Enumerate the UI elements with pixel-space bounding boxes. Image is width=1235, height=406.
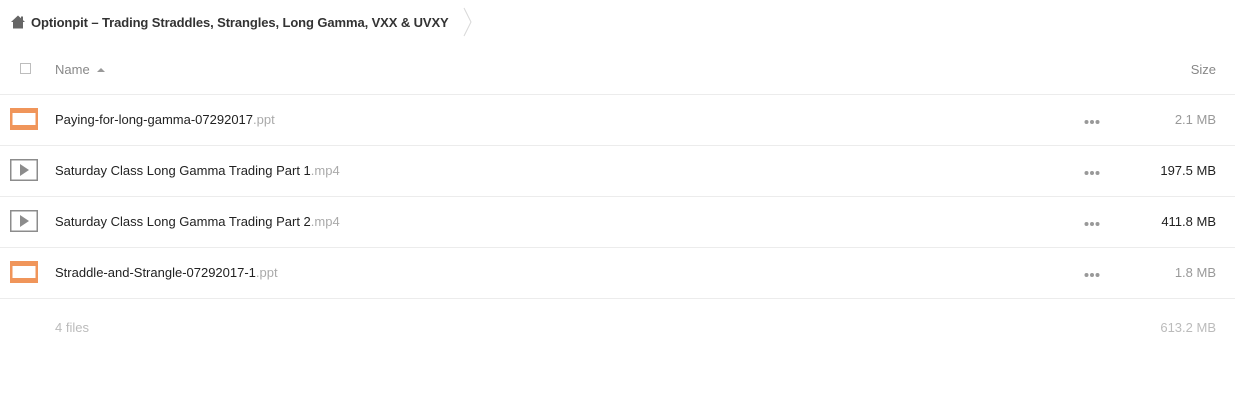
file-basename: Saturday Class Long Gamma Trading Part 2 <box>55 214 311 229</box>
total-size: 613.2 MB <box>1160 320 1216 335</box>
file-name[interactable]: Saturday Class Long Gamma Trading Part 1… <box>55 163 340 178</box>
file-count: 4 files <box>55 320 89 335</box>
home-icon[interactable] <box>10 14 26 30</box>
video-file-icon <box>10 210 38 232</box>
file-list-header: Name Size <box>0 44 1235 95</box>
video-file-icon <box>10 159 38 181</box>
name-column-header[interactable]: Name <box>55 62 105 77</box>
file-row[interactable]: Paying-for-long-gamma-07292017.ppt 2.1 M… <box>0 95 1235 146</box>
file-size: 197.5 MB <box>1160 163 1216 178</box>
presentation-file-icon <box>10 108 38 130</box>
file-size: 2.1 MB <box>1174 112 1216 127</box>
file-row[interactable]: Saturday Class Long Gamma Trading Part 1… <box>0 146 1235 197</box>
file-basename: Straddle-and-Strangle-07292017-1 <box>55 265 256 280</box>
more-options-icon[interactable] <box>1084 119 1100 125</box>
file-size: 1.8 MB <box>1174 265 1216 280</box>
file-list-summary: 4 files 613.2 MB <box>0 320 1235 340</box>
file-size: 411.8 MB <box>1161 214 1216 229</box>
select-all-checkbox[interactable] <box>20 63 31 74</box>
file-row[interactable]: Saturday Class Long Gamma Trading Part 2… <box>0 197 1235 248</box>
file-list: Paying-for-long-gamma-07292017.ppt 2.1 M… <box>0 95 1235 299</box>
breadcrumb-current-folder[interactable]: Optionpit – Trading Straddles, Strangles… <box>31 15 449 30</box>
more-options-icon[interactable] <box>1084 272 1100 278</box>
file-name[interactable]: Straddle-and-Strangle-07292017-1.ppt <box>55 265 278 280</box>
breadcrumb-separator-icon <box>463 7 472 37</box>
file-basename: Saturday Class Long Gamma Trading Part 1 <box>55 163 311 178</box>
sort-ascending-icon <box>96 67 105 72</box>
more-options-icon[interactable] <box>1084 170 1100 176</box>
file-extension: .ppt <box>253 112 275 127</box>
file-name[interactable]: Saturday Class Long Gamma Trading Part 2… <box>55 214 340 229</box>
breadcrumb: Optionpit – Trading Straddles, Strangles… <box>10 0 473 44</box>
name-column-label: Name <box>55 62 90 77</box>
file-row[interactable]: Straddle-and-Strangle-07292017-1.ppt 1.8… <box>0 248 1235 299</box>
size-column-header[interactable]: Size <box>1191 62 1216 77</box>
file-name[interactable]: Paying-for-long-gamma-07292017.ppt <box>55 112 275 127</box>
file-extension: .mp4 <box>310 214 340 229</box>
presentation-file-icon <box>10 261 38 283</box>
more-options-icon[interactable] <box>1084 221 1100 227</box>
file-extension: .ppt <box>255 265 278 280</box>
file-extension: .mp4 <box>310 163 340 178</box>
file-basename: Paying-for-long-gamma-07292017 <box>55 112 254 127</box>
